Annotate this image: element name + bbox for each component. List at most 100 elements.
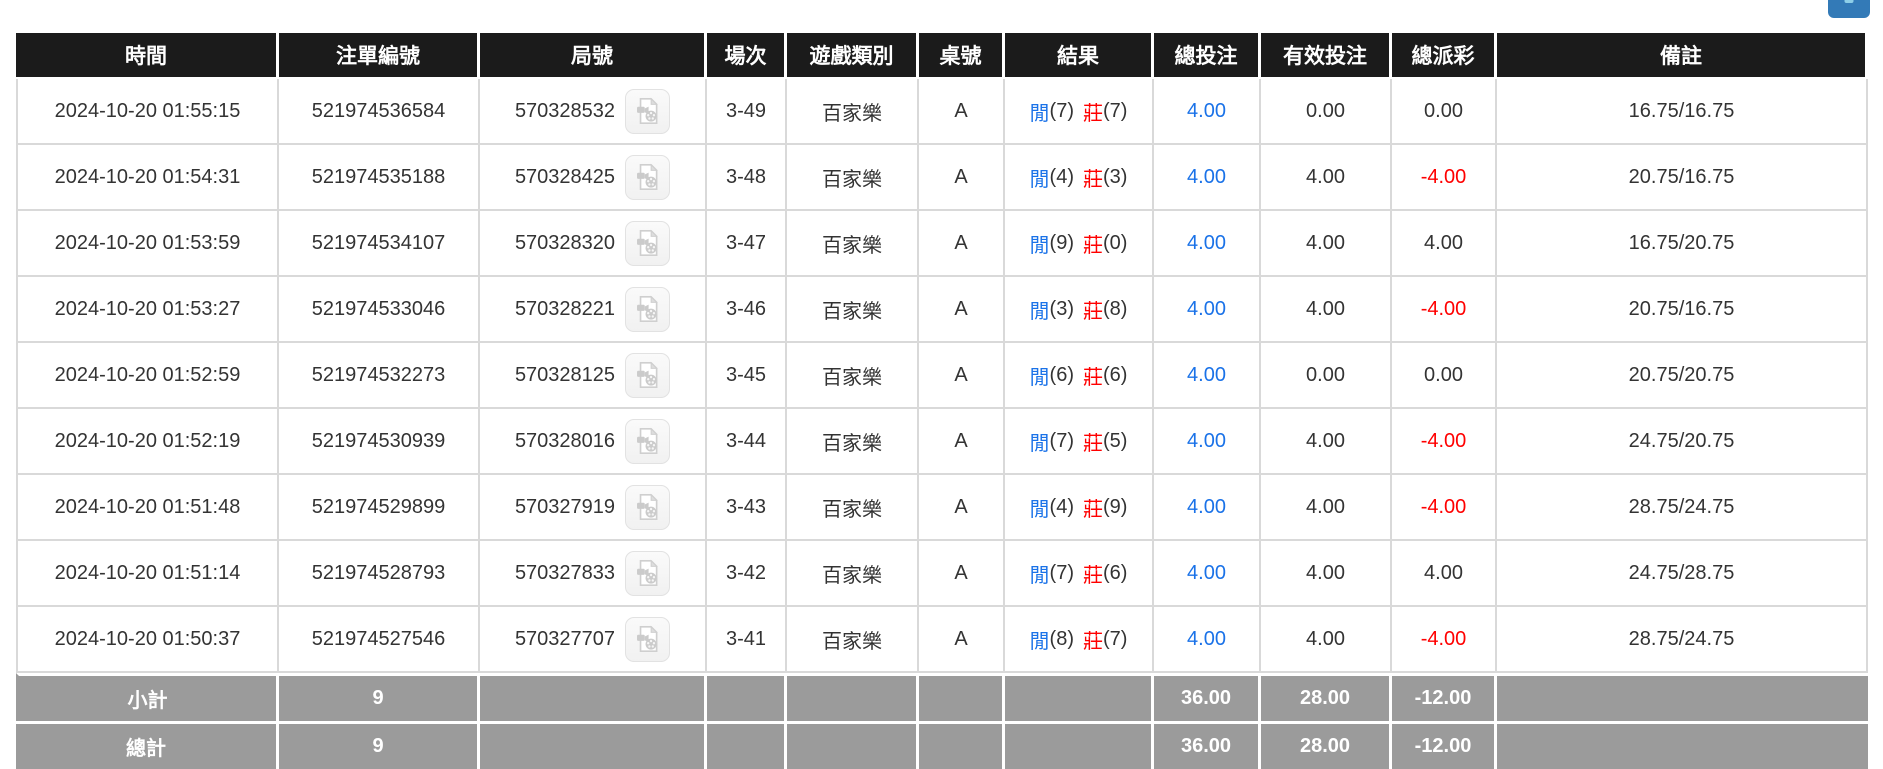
grand-total-empty — [707, 721, 787, 769]
banker-result-score: (6) — [1103, 364, 1127, 387]
cell-result: 閒(4)莊(3) — [1005, 145, 1154, 211]
cell-bet-id: 521974536584 — [279, 79, 480, 145]
cell-game-type: 百家樂 — [787, 277, 919, 343]
player-result-score: (6) — [1050, 364, 1074, 387]
video-replay-button[interactable] — [625, 551, 670, 596]
video-replay-button[interactable] — [625, 485, 670, 530]
cell-note: 28.75/24.75 — [1497, 475, 1868, 541]
cell-result: 閒(8)莊(7) — [1005, 607, 1154, 673]
round-id-text: 570328221 — [515, 298, 615, 321]
round-id-text: 570327707 — [515, 628, 615, 651]
cell-table-no: A — [919, 145, 1005, 211]
cell-round-id: 570328425 — [480, 145, 707, 211]
grand-total-empty — [787, 721, 919, 769]
total-bet-link[interactable]: 4.00 — [1187, 100, 1226, 123]
player-result-score: (4) — [1050, 496, 1074, 519]
cell-total-bet: 4.00 — [1154, 475, 1261, 541]
cell-result: 閒(3)莊(8) — [1005, 277, 1154, 343]
player-result-label: 閒 — [1030, 493, 1050, 522]
column-header-note: 備註 — [1497, 33, 1868, 79]
cell-round-id: 570328125 — [480, 343, 707, 409]
player-result-score: (4) — [1050, 166, 1074, 189]
banker-result-score: (8) — [1103, 298, 1127, 321]
cell-result: 閒(7)莊(5) — [1005, 409, 1154, 475]
banker-result-label: 莊 — [1083, 229, 1103, 258]
subtotal-label: 小計 — [16, 673, 279, 721]
cell-valid-bet: 0.00 — [1261, 343, 1392, 409]
total-bet-link[interactable]: 4.00 — [1187, 496, 1226, 519]
video-replay-button[interactable] — [625, 353, 670, 398]
player-result-label: 閒 — [1030, 361, 1050, 390]
banker-result-score: (0) — [1103, 232, 1127, 255]
column-header-valid-bet: 有效投注 — [1261, 33, 1392, 79]
cell-note: 20.75/16.75 — [1497, 277, 1868, 343]
cell-valid-bet: 4.00 — [1261, 211, 1392, 277]
video-replay-button[interactable] — [625, 419, 670, 464]
column-header-bet-id: 注單編號 — [279, 33, 480, 79]
total-bet-link[interactable]: 4.00 — [1187, 562, 1226, 585]
cell-time: 2024-10-20 01:52:59 — [16, 343, 279, 409]
cell-valid-bet: 4.00 — [1261, 607, 1392, 673]
banker-result-score: (7) — [1103, 628, 1127, 651]
cell-total-bet: 4.00 — [1154, 277, 1261, 343]
total-bet-link[interactable]: 4.00 — [1187, 628, 1226, 651]
cell-game-type: 百家樂 — [787, 211, 919, 277]
cell-time: 2024-10-20 01:50:37 — [16, 607, 279, 673]
banker-result-label: 莊 — [1083, 97, 1103, 126]
banker-result-score: (7) — [1103, 100, 1127, 123]
grand-total-total-bet: 36.00 — [1154, 721, 1261, 769]
grand-total-valid-bet: 28.00 — [1261, 721, 1392, 769]
cell-round-id: 570328016 — [480, 409, 707, 475]
cell-payout: -4.00 — [1392, 475, 1497, 541]
cell-valid-bet: 0.00 — [1261, 79, 1392, 145]
cell-time: 2024-10-20 01:51:48 — [16, 475, 279, 541]
total-bet-link[interactable]: 4.00 — [1187, 166, 1226, 189]
cell-bet-id: 521974529899 — [279, 475, 480, 541]
cell-total-bet: 4.00 — [1154, 409, 1261, 475]
cell-session: 3-42 — [707, 541, 787, 607]
video-replay-icon — [634, 493, 662, 521]
video-replay-icon — [634, 361, 662, 389]
scroll-top-button[interactable] — [1828, 0, 1870, 18]
cell-total-bet: 4.00 — [1154, 145, 1261, 211]
cell-bet-id: 521974527546 — [279, 607, 480, 673]
player-result-score: (7) — [1050, 430, 1074, 453]
total-bet-link[interactable]: 4.00 — [1187, 298, 1226, 321]
cell-payout: -4.00 — [1392, 145, 1497, 211]
cell-payout: -4.00 — [1392, 409, 1497, 475]
video-replay-button[interactable] — [625, 155, 670, 200]
round-id-text: 570328125 — [515, 364, 615, 387]
cell-payout: 0.00 — [1392, 79, 1497, 145]
player-result-score: (7) — [1050, 100, 1074, 123]
banker-result-score: (3) — [1103, 166, 1127, 189]
cell-payout: 4.00 — [1392, 211, 1497, 277]
video-replay-button[interactable] — [625, 221, 670, 266]
cell-payout: -4.00 — [1392, 607, 1497, 673]
cell-session: 3-46 — [707, 277, 787, 343]
cell-bet-id: 521974533046 — [279, 277, 480, 343]
video-replay-button[interactable] — [625, 617, 670, 662]
cell-table-no: A — [919, 541, 1005, 607]
banker-result-score: (5) — [1103, 430, 1127, 453]
cell-round-id: 570327833 — [480, 541, 707, 607]
banker-result-label: 莊 — [1083, 559, 1103, 588]
banker-result-label: 莊 — [1083, 625, 1103, 654]
cell-session: 3-41 — [707, 607, 787, 673]
video-replay-icon — [634, 625, 662, 653]
subtotal-empty — [1005, 673, 1154, 721]
video-replay-button[interactable] — [625, 89, 670, 134]
column-header-payout: 總派彩 — [1392, 33, 1497, 79]
total-bet-link[interactable]: 4.00 — [1187, 232, 1226, 255]
cell-game-type: 百家樂 — [787, 607, 919, 673]
cell-bet-id: 521974532273 — [279, 343, 480, 409]
video-replay-icon — [634, 97, 662, 125]
cell-time: 2024-10-20 01:52:19 — [16, 409, 279, 475]
cell-note: 24.75/20.75 — [1497, 409, 1868, 475]
video-replay-icon — [634, 163, 662, 191]
banker-result-label: 莊 — [1083, 163, 1103, 192]
total-bet-link[interactable]: 4.00 — [1187, 364, 1226, 387]
column-header-game-type: 遊戲類別 — [787, 33, 919, 79]
video-replay-button[interactable] — [625, 287, 670, 332]
bet-history-page: { "top_button": { "title": "" }, "colors… — [0, 0, 1883, 769]
total-bet-link[interactable]: 4.00 — [1187, 430, 1226, 453]
